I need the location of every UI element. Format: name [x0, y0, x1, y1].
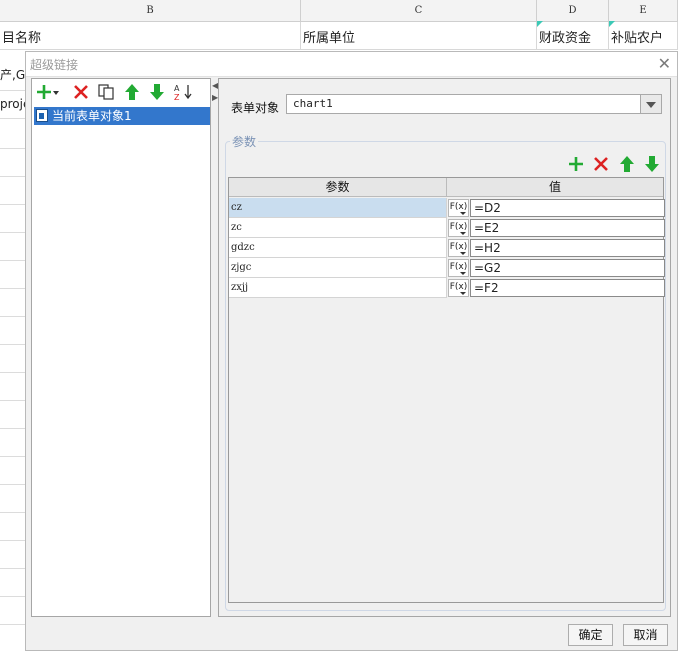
- move-up-icon[interactable]: [123, 83, 141, 101]
- column-header-b[interactable]: B: [0, 0, 301, 22]
- add-parameter-icon[interactable]: [567, 155, 585, 173]
- row-divider: [0, 260, 26, 261]
- parameters-table: 参数 值 cz F(x) =D2 zc F(x) =E2 gdzc F(x) =…: [228, 177, 665, 603]
- dialog-title: 超级链接: [30, 58, 79, 72]
- parameter-name[interactable]: gdzc: [229, 238, 447, 258]
- form-object-label: 表单对象: [231, 101, 280, 115]
- comment-marker: [537, 21, 543, 27]
- row-divider: [0, 148, 26, 149]
- cell-left-2[interactable]: proje: [0, 97, 26, 111]
- hyperlink-dialog: 超级链接 ✕ AZ 当前表单对象1 ◀ ▶ 表单对象 chart1 参数 参数 …: [25, 51, 678, 651]
- table-row[interactable]: zjgc F(x) =G2: [229, 258, 665, 278]
- row-divider: [0, 316, 26, 317]
- cell-project-name[interactable]: 目名称: [0, 22, 301, 50]
- table-row[interactable]: gdzc F(x) =H2: [229, 238, 665, 258]
- form-object-select[interactable]: chart1: [286, 94, 662, 114]
- formula-button[interactable]: F(x): [448, 239, 469, 257]
- parameter-name[interactable]: zxjj: [229, 278, 447, 298]
- row-divider: [0, 484, 26, 485]
- row-divider: [0, 288, 26, 289]
- row-divider: [0, 372, 26, 373]
- tree-item-label: 当前表单对象1: [52, 109, 132, 123]
- move-down-icon[interactable]: [148, 83, 166, 101]
- link-list-panel: AZ 当前表单对象1: [31, 78, 211, 617]
- cell-farmer-subsidy[interactable]: 补贴农户: [609, 22, 678, 50]
- parameter-name[interactable]: zjgc: [229, 258, 447, 278]
- parameter-up-icon[interactable]: [618, 155, 636, 173]
- row-divider: [0, 624, 26, 625]
- row-divider: [0, 428, 26, 429]
- parameters-group-title: 参数: [230, 133, 259, 150]
- formula-button[interactable]: F(x): [448, 219, 469, 237]
- row-divider: [0, 568, 26, 569]
- parameter-value-field[interactable]: =E2: [470, 219, 665, 237]
- delete-parameter-icon[interactable]: [592, 155, 610, 173]
- table-row[interactable]: cz F(x) =D2: [229, 198, 665, 218]
- row-divider: [0, 456, 26, 457]
- svg-text:Z: Z: [174, 93, 180, 101]
- formula-button[interactable]: F(x): [448, 259, 469, 277]
- svg-text:A: A: [174, 84, 180, 93]
- sort-az-icon[interactable]: AZ: [174, 83, 194, 102]
- table-row[interactable]: zxjj F(x) =F2: [229, 278, 665, 298]
- tree-item-current-form-object[interactable]: 当前表单对象1: [34, 107, 210, 125]
- add-link-icon[interactable]: [37, 83, 61, 101]
- row-divider: [0, 596, 26, 597]
- formula-button[interactable]: F(x): [448, 279, 469, 297]
- form-object-value: chart1: [293, 97, 333, 110]
- parameter-value-field[interactable]: =G2: [470, 259, 665, 277]
- cancel-button[interactable]: 取消: [623, 624, 668, 646]
- row-divider: [0, 512, 26, 513]
- cell-unit[interactable]: 所属单位: [301, 22, 537, 50]
- cell-fiscal-funds[interactable]: 财政资金: [537, 22, 609, 50]
- row-divider: [0, 204, 26, 205]
- chevron-down-icon[interactable]: [640, 95, 661, 113]
- row-divider: [0, 232, 26, 233]
- parameter-value-field[interactable]: =H2: [470, 239, 665, 257]
- cell-left-1[interactable]: 产,G(: [0, 66, 26, 83]
- row-divider: [0, 400, 26, 401]
- delete-icon[interactable]: [72, 83, 90, 101]
- formula-button[interactable]: F(x): [448, 199, 469, 217]
- row-divider: [0, 344, 26, 345]
- parameters-group: 参数 参数 值 cz F(x) =D2 zc F(x) =E2 gdzc F(x…: [225, 133, 666, 611]
- row-divider: [0, 90, 26, 91]
- column-header-parameter[interactable]: 参数: [229, 178, 447, 196]
- row-divider: [0, 540, 26, 541]
- parameter-value-field[interactable]: =F2: [470, 279, 665, 297]
- column-header-d[interactable]: D: [537, 0, 609, 22]
- ok-button[interactable]: 确定: [568, 624, 613, 646]
- table-header: 参数 值: [229, 178, 663, 197]
- row-divider: [0, 118, 26, 119]
- column-header-value[interactable]: 值: [447, 178, 663, 196]
- column-header-c[interactable]: C: [301, 0, 537, 22]
- table-row[interactable]: zc F(x) =E2: [229, 218, 665, 238]
- comment-marker: [609, 21, 615, 27]
- parameter-name[interactable]: cz: [229, 198, 447, 218]
- parameters-toolbar: [567, 155, 663, 173]
- link-settings-panel: 表单对象 chart1 参数 参数 值 cz F(x) =D2 zc F(x) …: [218, 78, 671, 617]
- parameter-name[interactable]: zc: [229, 218, 447, 238]
- parameter-value-field[interactable]: =D2: [470, 199, 665, 217]
- form-object-icon: [36, 109, 48, 122]
- row-divider: [0, 176, 26, 177]
- copy-icon[interactable]: [97, 83, 115, 101]
- parameter-down-icon[interactable]: [643, 155, 661, 173]
- link-list-toolbar: AZ: [32, 79, 210, 105]
- column-header-e[interactable]: E: [609, 0, 678, 22]
- close-icon[interactable]: ✕: [658, 54, 671, 73]
- dialog-titlebar[interactable]: 超级链接 ✕: [26, 52, 677, 77]
